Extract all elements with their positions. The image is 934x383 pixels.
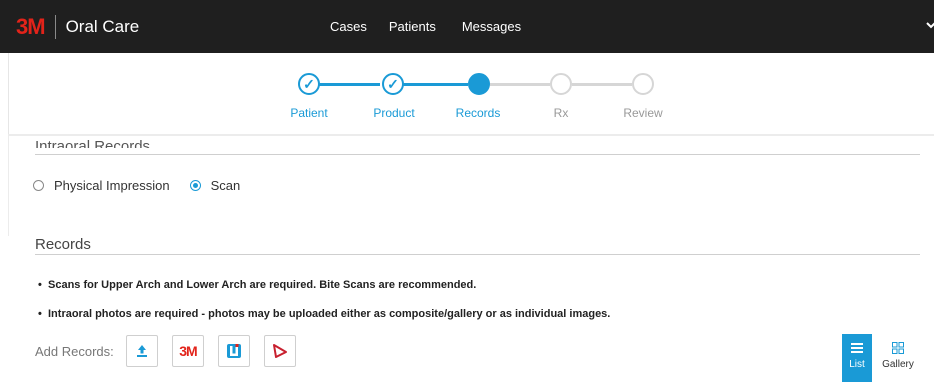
records-divider [35,254,920,255]
step-connector-2 [402,83,468,86]
records-section-title: Records [35,236,91,253]
gallery-view-button[interactable]: Gallery [878,334,918,382]
step-product-check-icon[interactable]: ✓ [382,73,404,95]
step-label-product[interactable]: Product [354,106,434,120]
list-icon [851,343,863,353]
step-patient-check-icon[interactable]: ✓ [298,73,320,95]
step-label-records[interactable]: Records [438,106,518,120]
itero-icon [227,344,241,358]
3m-logo-icon: 3M [179,343,197,359]
scan-label[interactable]: Scan [211,178,241,193]
step-label-rx: Rx [553,106,569,120]
step-records-indicator[interactable] [468,73,490,95]
trios-icon [273,344,287,358]
records-note: Scans for Upper Arch and Lower Arch are … [38,279,476,291]
top-navigation-bar: 3M Oral Care Cases Patients Messages [0,0,934,53]
chevron-down-icon[interactable] [926,20,934,30]
step-label-review: Review [623,106,663,120]
physical-impression-radio[interactable] [33,180,44,191]
step-review-indicator [632,73,654,95]
nav-patients[interactable]: Patients [389,19,436,34]
gallery-view-label: Gallery [882,359,914,370]
upload-record-button[interactable] [126,335,158,367]
3m-scan-import-button[interactable]: 3M [172,335,204,367]
nav-cases[interactable]: Cases [330,19,367,34]
scan-radio[interactable] [189,180,201,191]
records-note: Intraoral photos are required - photos m… [38,308,610,320]
add-records-label: Add Records: [35,344,114,359]
brand-divider [54,15,56,39]
section-divider [35,154,920,155]
list-view-label: List [849,359,865,370]
grid-icon [892,342,904,354]
step-connector-1 [318,83,380,86]
step-connector-3 [490,83,550,86]
itero-import-button[interactable] [218,335,250,367]
physical-impression-label[interactable]: Physical Impression [54,178,170,193]
brand-name: Oral Care [65,17,140,36]
trios-import-button[interactable] [264,335,296,367]
brand[interactable]: 3M Oral Care [16,14,139,40]
3m-logo: 3M [16,14,46,39]
main-nav: Cases Patients Messages [330,0,547,53]
nav-messages[interactable]: Messages [462,19,521,34]
intraoral-records-title: Intraoral Records [35,138,151,148]
impression-type-options: Physical Impression Scan [33,178,260,193]
content-left-border [8,136,9,236]
step-rx-indicator [550,73,572,95]
list-view-button[interactable]: List [842,334,872,382]
upload-icon [137,345,147,357]
progress-stepper-panel [8,53,934,135]
step-connector-4 [572,83,632,86]
step-label-patient[interactable]: Patient [269,106,349,120]
